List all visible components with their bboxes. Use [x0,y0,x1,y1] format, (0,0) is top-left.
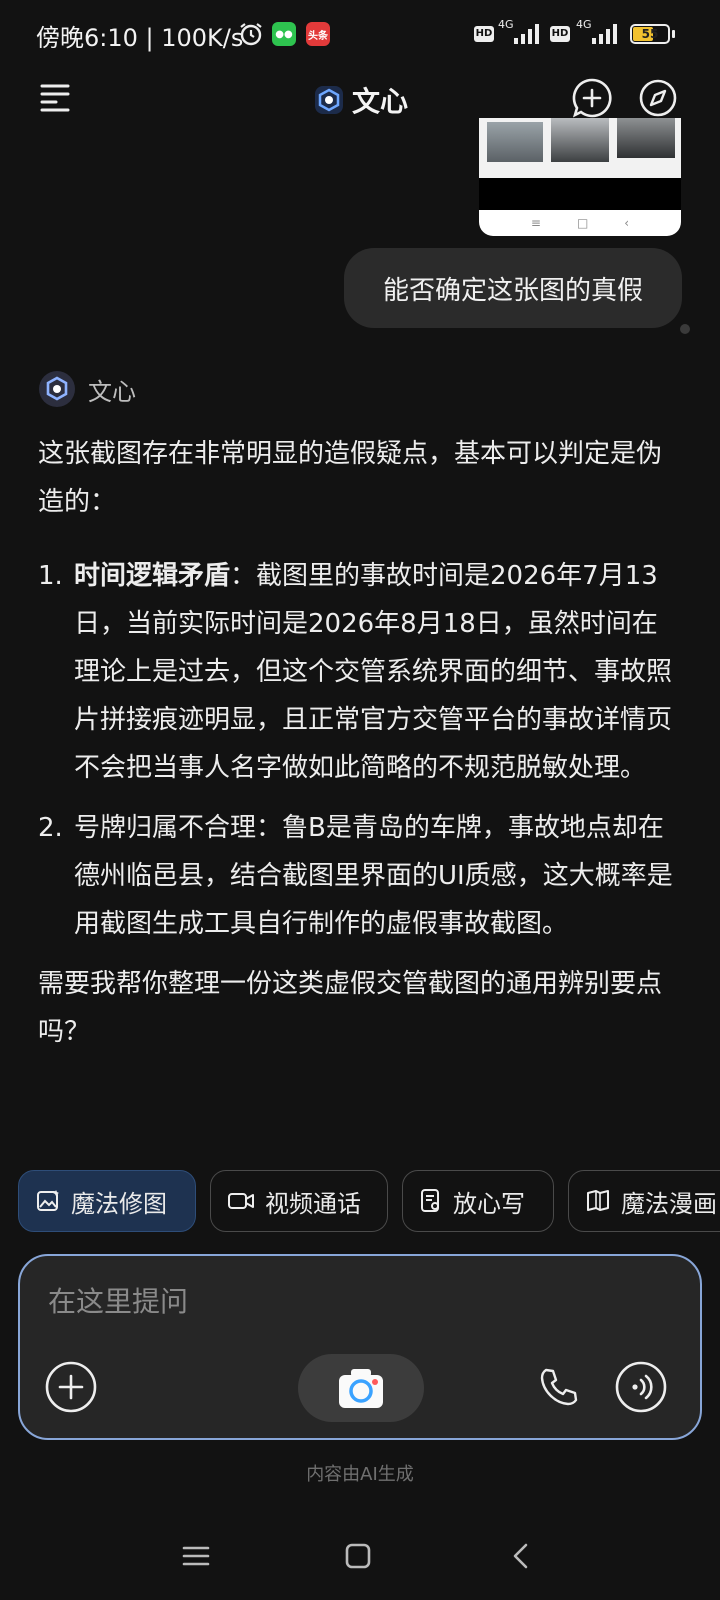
new-chat-icon[interactable] [570,76,614,120]
question-input[interactable]: 在这里提问 [48,1280,188,1320]
car-photo-1 [487,122,543,162]
app-title-text: 文心 [352,85,409,118]
magic-image-icon [37,1190,59,1211]
document-pen-icon [421,1189,439,1212]
ai-disclaimer: 内容由AI生成 [306,1464,414,1485]
chip-magic-edit[interactable]: 魔法修图 [18,1170,196,1232]
voice-input-button[interactable] [614,1360,668,1414]
assistant-answer: 这张截图存在非常明显的造假疑点，基本可以判定是伪造的： 1. 时间逻辑矛盾：截图… [38,430,678,1056]
thumb-home-icon: □ [576,216,589,230]
battery-level: 55 [641,27,659,41]
recent-apps-icon[interactable] [180,1540,212,1572]
menu-icon[interactable] [36,76,80,120]
car-photo-3 [617,118,675,158]
chip-label: 放心写 [453,1189,525,1218]
assistant-header: 文心 [38,370,136,408]
app-title: 文心 [314,80,408,120]
point-heading: 时间逻辑矛盾 [74,561,231,591]
status-bar: 傍晚6:10 | 100K/s ●● 头条 HD 4G HD 4G 55 [0,0,720,64]
answer-followup: 需要我帮你整理一份这类虚假交管截图的通用辨别要点吗？ [38,969,663,1047]
assistant-name: 文心 [88,377,136,406]
quick-action-chips: 魔法修图 视频通话 放心写 魔法漫画 [18,1170,720,1236]
answer-point-2: 2. 号牌归属不合理：鲁B是青岛的车牌，事故地点却在德州临邑县，结合截图里界面的… [38,804,678,948]
toutiao-icon: 头条 [306,22,330,46]
message-status-dot [680,324,690,334]
comic-book-icon [587,1190,609,1211]
thumb-menu-icon: ≡ [530,216,541,230]
point-text: ：截图里的事故时间是2026年7月13日，当前实际时间是2026年8月18日，虽… [74,561,673,783]
question-composer: 在这里提问 [18,1254,702,1440]
hd-badge-1: HD [474,26,494,42]
answer-points: 1. 时间逻辑矛盾：截图里的事故时间是2026年7月13日，当前实际时间是202… [38,552,678,948]
camera-button[interactable] [298,1354,424,1422]
phone-call-button[interactable] [536,1364,582,1410]
camera-icon [339,1369,383,1408]
user-image-thumbnail[interactable]: ≡ □ ‹ [479,118,681,236]
home-icon[interactable] [342,1540,374,1572]
back-icon[interactable] [506,1540,538,1572]
answer-intro: 这张截图存在非常明显的造假疑点，基本可以判定是伪造的： [38,439,663,517]
thumb-back-icon: ‹ [624,216,630,230]
user-message-bubble[interactable]: 能否确定这张图的真假 [344,248,682,328]
video-camera-icon [228,1193,254,1209]
chip-video-call[interactable]: 视频通话 [210,1170,388,1232]
car-photo-2 [551,118,609,162]
hd-badge-2: HD [550,26,570,42]
thumbnail-dark-band [479,178,681,210]
point-number: 1. [38,561,63,591]
chip-label: 魔法修图 [71,1189,167,1218]
battery-tip [672,30,675,38]
chip-safe-write[interactable]: 放心写 [402,1170,554,1232]
signal-icon [514,24,539,44]
point-number: 2. [38,813,63,843]
add-attachment-button[interactable] [44,1360,98,1414]
alarm-icon [240,23,262,46]
battery-icon: 55 [630,24,670,44]
chip-label: 魔法漫画 [621,1189,717,1218]
wenxin-logo-icon [315,86,343,114]
chip-magic-comic[interactable]: 魔法漫画 [568,1170,720,1232]
point-text: 号牌归属不合理：鲁B是青岛的车牌，事故地点却在德州临邑县，结合截图里界面的UI质… [74,813,673,939]
status-time: 傍晚6:10 | 100K/s [36,24,244,52]
thumbnail-navbar: ≡ □ ‹ [479,210,681,236]
signal-icon-2 [592,24,617,44]
thumbnail-photos [479,118,681,180]
chip-label: 视频通话 [265,1189,361,1218]
assistant-avatar-icon [39,371,75,407]
system-nav-bar [0,1528,720,1588]
wechat-icon: ●● [272,22,296,46]
discover-compass-icon[interactable] [636,76,680,120]
answer-point-1: 1. 时间逻辑矛盾：截图里的事故时间是2026年7月13日，当前实际时间是202… [38,552,678,792]
